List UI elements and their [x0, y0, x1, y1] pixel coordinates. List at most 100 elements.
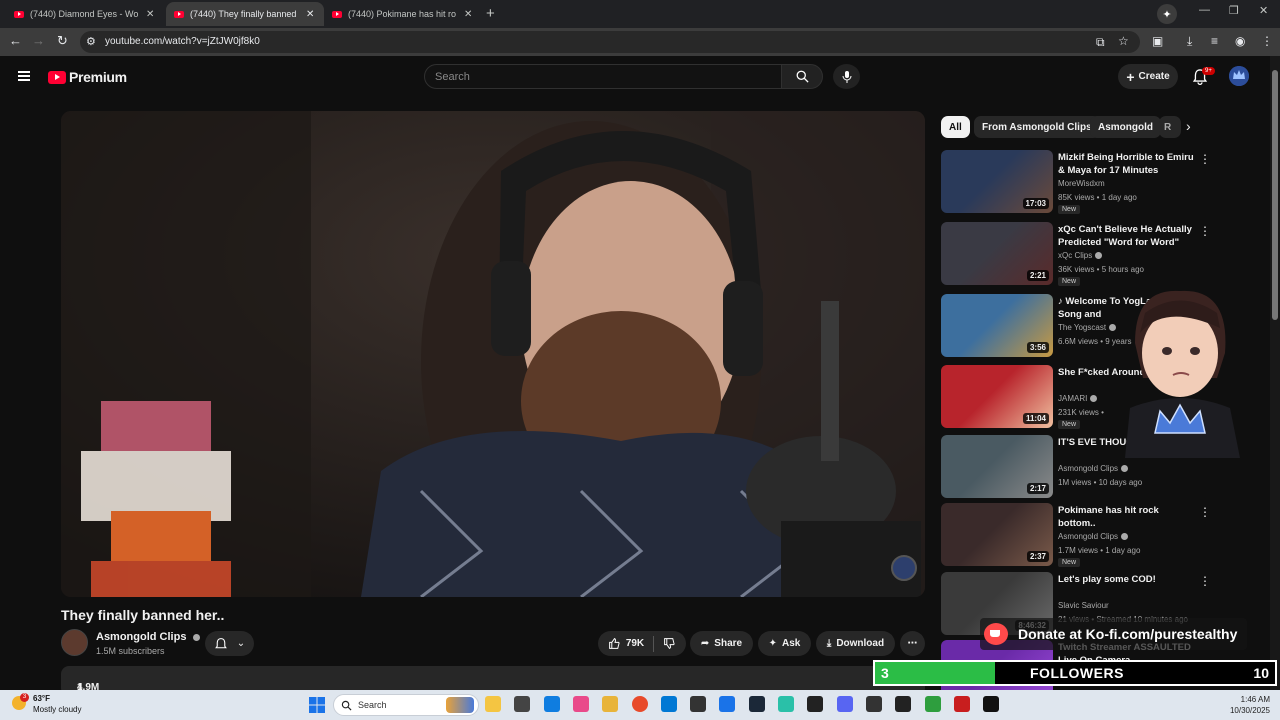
- search-button[interactable]: [781, 64, 823, 89]
- install-app-icon[interactable]: ⧉: [1096, 35, 1105, 50]
- app-icon[interactable]: [953, 696, 970, 712]
- chrome-menu-icon[interactable]: ⋮: [1261, 34, 1273, 48]
- video-thumbnail[interactable]: 2:37: [941, 503, 1053, 566]
- back-arrow-icon[interactable]: ←: [9, 33, 22, 48]
- system-clock[interactable]: 1:46 AM 10/30/2025: [1220, 694, 1270, 716]
- channel-watermark-avatar[interactable]: [891, 555, 917, 581]
- chevron-right-icon[interactable]: ›: [1186, 118, 1191, 134]
- recommended-video[interactable]: 17:03 Mizkif Being Horrible to Emiru & Ma…: [941, 150, 1221, 214]
- browser-tab-active[interactable]: (7440) They finally banned her.. ✕: [166, 2, 324, 26]
- recommended-video[interactable]: 2:37 Pokimane has hit rock bottom.. Asmong…: [941, 503, 1221, 567]
- video-thumbnail[interactable]: 2:21: [941, 222, 1053, 285]
- recommended-channel[interactable]: MoreWisdxm: [1058, 179, 1105, 188]
- copilot-icon[interactable]: [572, 696, 589, 712]
- channel-name-text[interactable]: Asmongold Clips: [96, 631, 186, 643]
- recommended-channel[interactable]: xQc Clips: [1058, 251, 1103, 260]
- unity-icon[interactable]: [690, 696, 707, 712]
- video-player[interactable]: [61, 111, 925, 597]
- recommended-channel-text[interactable]: JAMARI: [1058, 394, 1087, 403]
- chip-asmongold[interactable]: Asmongold: [1090, 116, 1161, 138]
- close-tab-icon[interactable]: ✕: [146, 9, 154, 20]
- recommended-channel[interactable]: Slavic Saviour: [1058, 601, 1109, 610]
- close-tab-icon[interactable]: ✕: [464, 9, 472, 20]
- windows-start-icon[interactable]: [309, 697, 325, 713]
- forward-arrow-icon[interactable]: →: [32, 33, 45, 48]
- discord-icon[interactable]: [836, 696, 853, 712]
- chrome-icon[interactable]: [631, 696, 648, 712]
- file-explorer-icon[interactable]: [485, 696, 501, 712]
- side-panel-icon[interactable]: ▣: [1152, 34, 1163, 48]
- recommended-channel[interactable]: Asmongold Clips: [1058, 532, 1129, 541]
- gemini-sparkle-icon[interactable]: ✦: [1157, 4, 1177, 24]
- new-tab-button[interactable]: +: [486, 5, 495, 22]
- account-avatar[interactable]: [1229, 66, 1249, 86]
- video-thumbnail[interactable]: 2:17: [941, 435, 1053, 498]
- more-vertical-icon[interactable]: ⋮: [1199, 152, 1211, 166]
- recommended-title[interactable]: Pokimane has hit rock bottom..: [1058, 504, 1198, 530]
- chip-from-channel[interactable]: From Asmongold Clips: [974, 116, 1100, 138]
- channel-avatar[interactable]: [61, 629, 88, 656]
- app-icon[interactable]: [983, 696, 1000, 712]
- url-text[interactable]: youtube.com/watch?v=jZtJW0jf8k0: [105, 36, 260, 47]
- minimize-icon[interactable]: —: [1199, 4, 1210, 16]
- app-icon[interactable]: [865, 696, 882, 712]
- voice-search-button[interactable]: [833, 64, 860, 89]
- steam-icon[interactable]: [748, 696, 765, 712]
- vs-code-icon[interactable]: [719, 696, 736, 712]
- video-thumbnail[interactable]: 11:04: [941, 365, 1053, 428]
- more-actions-button[interactable]: ⋯: [900, 631, 925, 656]
- obs-icon[interactable]: [807, 696, 824, 712]
- create-button[interactable]: + Create: [1118, 64, 1178, 89]
- thumbs-down-icon[interactable]: [663, 637, 676, 650]
- restore-icon[interactable]: ❐: [1229, 4, 1239, 17]
- bookmark-star-icon[interactable]: ☆: [1118, 34, 1129, 48]
- like-button[interactable]: 79K: [608, 637, 644, 650]
- recommended-title[interactable]: Mizkif Being Horrible to Emiru & Maya fo…: [1058, 151, 1198, 177]
- recommended-channel-text[interactable]: xQc Clips: [1058, 251, 1092, 260]
- youtube-logo[interactable]: Premium: [48, 69, 127, 85]
- browser-tab[interactable]: (7440) Diamond Eyes - Worship ✕: [6, 2, 166, 26]
- terminal-icon[interactable]: [514, 696, 531, 712]
- recommended-channel-text[interactable]: MoreWisdxm: [1058, 179, 1105, 188]
- browser-tab[interactable]: (7440) Pokimane has hit rock bottom ✕: [324, 2, 482, 26]
- recommended-channel-text[interactable]: Asmongold Clips: [1058, 464, 1118, 473]
- recommended-channel-text[interactable]: The Yogscast: [1058, 323, 1106, 332]
- minecraft-icon[interactable]: [924, 696, 941, 712]
- recommended-channel[interactable]: Asmongold Clips: [1058, 464, 1129, 473]
- epic-games-icon[interactable]: [895, 696, 912, 712]
- search-input[interactable]: Search: [424, 64, 782, 89]
- scrollbar-thumb[interactable]: [1272, 70, 1278, 320]
- edge-browser-icon[interactable]: [543, 696, 560, 712]
- video-thumbnail[interactable]: 3:56: [941, 294, 1053, 357]
- close-window-icon[interactable]: ✕: [1259, 4, 1268, 17]
- chip-partial[interactable]: R: [1159, 116, 1181, 138]
- app-icon[interactable]: [778, 696, 794, 712]
- recommended-title[interactable]: xQc Can't Believe He Actually Predicted …: [1058, 223, 1198, 249]
- media-controls-icon[interactable]: ≡: [1211, 34, 1218, 48]
- recommended-channel[interactable]: JAMARI: [1058, 394, 1098, 403]
- ask-button[interactable]: ✦ Ask: [758, 631, 811, 656]
- channel-name[interactable]: Asmongold Clips: [96, 631, 200, 643]
- recommended-video[interactable]: 2:21 xQc Can't Believe He Actually Predic…: [941, 222, 1221, 286]
- share-button[interactable]: ➦ Share: [690, 631, 753, 656]
- more-vertical-icon[interactable]: ⋮: [1199, 574, 1211, 588]
- download-button[interactable]: ⤓ Download: [816, 631, 895, 656]
- download-icon[interactable]: ⤓: [1187, 34, 1192, 49]
- reload-icon[interactable]: ↻: [57, 33, 68, 49]
- site-info-icon[interactable]: ⚙: [86, 35, 96, 48]
- subscription-bell-button[interactable]: ⌄: [205, 631, 254, 656]
- recommended-channel-text[interactable]: Slavic Saviour: [1058, 601, 1109, 610]
- store-icon[interactable]: [660, 696, 677, 712]
- recommended-channel-text[interactable]: Asmongold Clips: [1058, 532, 1118, 541]
- recommended-title[interactable]: Let's play some COD!: [1058, 573, 1198, 586]
- address-bar[interactable]: ⚙ youtube.com/watch?v=jZtJW0jf8k0 ⧉ ☆: [80, 31, 1140, 53]
- more-vertical-icon[interactable]: ⋮: [1199, 224, 1211, 238]
- folder-icon[interactable]: [602, 696, 619, 712]
- taskbar-search[interactable]: Search: [333, 694, 479, 716]
- close-tab-icon[interactable]: ✕: [306, 9, 314, 20]
- hamburger-menu-icon[interactable]: [18, 71, 30, 81]
- extension-icon[interactable]: ◉: [1235, 34, 1245, 48]
- more-vertical-icon[interactable]: ⋮: [1199, 505, 1211, 519]
- video-thumbnail[interactable]: 17:03: [941, 150, 1053, 213]
- chip-all[interactable]: All: [941, 116, 970, 138]
